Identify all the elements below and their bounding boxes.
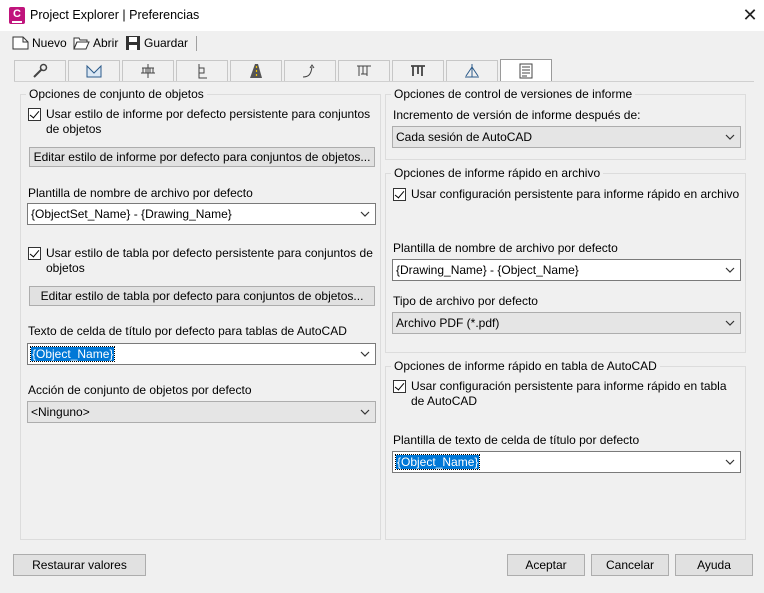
version-control-title: Opciones de control de versiones de info… <box>391 87 636 101</box>
tab-profile[interactable] <box>176 60 228 81</box>
road-icon <box>250 64 262 78</box>
edit-table-style-button[interactable]: Editar estilo de tabla por defecto para … <box>29 286 375 306</box>
file-type-value: Archivo PDF (*.pdf) <box>396 316 500 330</box>
quick-table-template-combo[interactable]: {Object_Name} <box>392 451 741 473</box>
title-cell-text-label: Texto de celda de título por defecto par… <box>28 324 347 338</box>
new-button-label: Nuevo <box>32 36 67 50</box>
open-folder-icon <box>73 37 90 50</box>
quick-table-template-label: Plantilla de texto de celda de título po… <box>393 433 640 447</box>
cancel-button[interactable]: Cancelar <box>591 554 669 576</box>
quick-file-report-title: Opciones de informe rápido en archivo <box>391 166 604 180</box>
persist-table-style-label: Usar estilo de tabla por defecto persist… <box>46 246 373 275</box>
tab-corridor[interactable] <box>284 60 336 81</box>
save-button-label: Guardar <box>144 36 189 50</box>
object-set-options-title: Opciones de conjunto de objetos <box>26 87 207 101</box>
restore-defaults-button[interactable]: Restaurar valores <box>13 554 146 576</box>
checkbox-checked[interactable] <box>28 247 41 260</box>
open-button[interactable]: Abrir <box>73 34 118 52</box>
quick-file-template-combo[interactable]: {Drawing_Name} - {Object_Name} <box>392 259 741 281</box>
tab-general[interactable] <box>14 60 66 81</box>
wrench-icon <box>33 63 48 78</box>
default-action-combo[interactable]: <Ninguno> <box>27 401 376 423</box>
persist-report-style-checkbox[interactable]: Usar estilo de informe por defecto persi… <box>28 107 376 137</box>
corridor-icon <box>302 64 315 78</box>
chevron-down-icon <box>360 211 370 217</box>
autocad-c-icon: C <box>9 7 25 24</box>
file-type-label: Tipo de archivo por defecto <box>393 294 538 308</box>
close-icon[interactable]: ✕ <box>738 3 762 27</box>
persist-quick-table-label: Usar configuración persistente para info… <box>411 379 727 408</box>
toolbar-separator <box>196 36 197 51</box>
chevron-down-icon <box>725 134 735 140</box>
version-increment-value: Cada sesión de AutoCAD <box>396 130 533 144</box>
new-button[interactable]: Nuevo <box>12 34 67 52</box>
checkbox-checked[interactable] <box>393 188 406 201</box>
survey-icon <box>465 64 479 78</box>
checkbox-checked[interactable] <box>393 380 406 393</box>
pipe-network-icon <box>357 65 371 76</box>
tab-road[interactable] <box>230 60 282 81</box>
save-button[interactable]: Guardar <box>125 34 188 52</box>
quick-table-template-value: {Object_Name} <box>394 454 481 470</box>
persist-table-style-checkbox[interactable]: Usar estilo de tabla por defecto persist… <box>28 246 376 276</box>
persist-quick-file-label: Usar configuración persistente para info… <box>411 187 740 201</box>
file-type-combo[interactable]: Archivo PDF (*.pdf) <box>392 312 741 334</box>
window-title: Project Explorer | Preferencias <box>30 8 200 22</box>
tab-pressure-network[interactable] <box>392 60 444 81</box>
tab-report[interactable] <box>500 59 552 81</box>
new-document-icon <box>12 36 29 50</box>
pressure-network-icon <box>411 65 425 76</box>
ok-button[interactable]: Aceptar <box>507 554 585 576</box>
quick-file-template-value: {Drawing_Name} - {Object_Name} <box>396 263 579 277</box>
tab-alignment[interactable] <box>122 60 174 81</box>
open-button-label: Abrir <box>93 36 119 50</box>
tab-survey[interactable] <box>446 60 498 81</box>
tab-pipe-network[interactable] <box>338 60 390 81</box>
persist-report-style-label: Usar estilo de informe por defecto persi… <box>46 107 371 136</box>
chevron-down-icon <box>725 459 735 465</box>
filename-template-combo[interactable]: {ObjectSet_Name} - {Drawing_Name} <box>27 203 376 225</box>
chevron-down-icon <box>360 409 370 415</box>
surface-icon <box>86 64 102 78</box>
default-action-value: <Ninguno> <box>31 405 90 419</box>
chevron-down-icon <box>725 267 735 273</box>
tab-content-border <box>14 81 754 82</box>
chevron-down-icon <box>725 320 735 326</box>
default-action-label: Acción de conjunto de objetos por defect… <box>28 383 252 397</box>
alignment-icon <box>141 64 155 78</box>
filename-template-label: Plantilla de nombre de archivo por defec… <box>28 186 253 200</box>
report-icon <box>519 63 533 78</box>
checkbox-checked[interactable] <box>28 108 41 121</box>
quick-table-report-title: Opciones de informe rápido en tabla de A… <box>391 359 660 373</box>
tab-strip <box>14 59 554 82</box>
persist-quick-table-checkbox[interactable]: Usar configuración persistente para info… <box>393 379 733 409</box>
version-increment-combo[interactable]: Cada sesión de AutoCAD <box>392 126 741 148</box>
profile-icon <box>198 64 207 79</box>
help-button[interactable]: Ayuda <box>675 554 753 576</box>
quick-file-template-label: Plantilla de nombre de archivo por defec… <box>393 241 618 255</box>
save-disk-icon <box>126 36 140 50</box>
persist-quick-file-checkbox[interactable]: Usar configuración persistente para info… <box>393 187 743 202</box>
title-cell-text-value: {Object_Name} <box>29 346 116 362</box>
version-increment-label: Incremento de versión de informe después… <box>393 108 641 122</box>
edit-report-style-button[interactable]: Editar estilo de informe por defecto par… <box>29 147 375 167</box>
chevron-down-icon <box>360 351 370 357</box>
filename-template-value: {ObjectSet_Name} - {Drawing_Name} <box>31 207 232 221</box>
tab-surface[interactable] <box>68 60 120 81</box>
title-cell-text-combo[interactable]: {Object_Name} <box>27 343 376 365</box>
